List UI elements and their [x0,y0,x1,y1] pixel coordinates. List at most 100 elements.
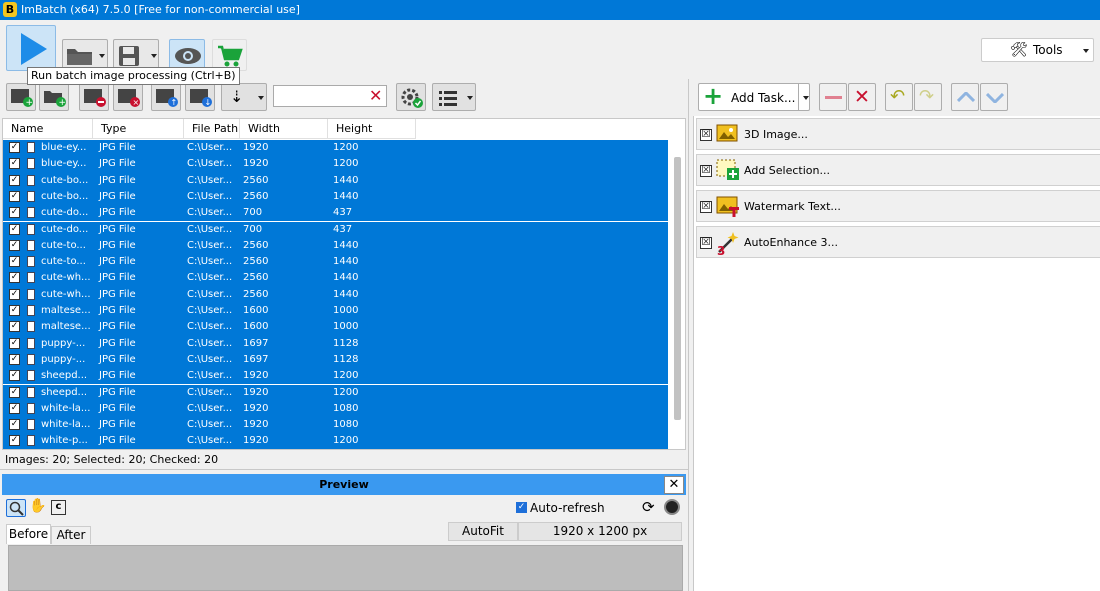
add-task-label: Add Task... [731,91,796,105]
clear-tasks-button[interactable]: ✕ [848,83,876,111]
row-checkbox[interactable]: ✓ [9,174,20,186]
remove-task-button[interactable] [819,83,847,111]
table-row[interactable]: ✓ white-la... JPG File C:\User... 1920 1080 [3,400,668,418]
table-row[interactable]: ✓ cute-do... JPG File C:\User... 700 437 [3,221,668,238]
row-checkbox[interactable]: ✓ [9,288,20,300]
row-checkbox[interactable]: ✓ [9,223,20,235]
table-row[interactable]: ✓ blue-ey... JPG File C:\User... 1920 1200 [3,156,668,173]
scrollbar-thumb[interactable] [674,157,681,420]
chevron-up-icon [957,92,975,102]
table-row[interactable]: ✓ cute-to... JPG File C:\User... 2560 1440 [3,254,668,271]
row-checkbox[interactable]: ✓ [9,353,20,365]
cell-name: white-la... [41,402,91,414]
column-header-path[interactable]: File Path [184,119,240,139]
view-mode-button[interactable] [432,83,476,111]
column-header-type[interactable]: Type [93,119,184,139]
row-checkbox[interactable]: ✓ [9,207,20,219]
filter-search-box[interactable]: ✕ [273,85,387,107]
table-row[interactable]: ✓ blue-ey... JPG File C:\User... 1920 1200 [3,140,668,157]
filter-input[interactable] [276,87,368,107]
column-header-height[interactable]: Height [328,119,416,139]
preview-canvas[interactable] [8,545,683,591]
table-row[interactable]: ✓ cute-do... JPG File C:\User... 700 437 [3,205,668,222]
row-checkbox[interactable]: ✓ [9,190,20,202]
row-checkbox[interactable]: ✓ [9,402,20,414]
row-checkbox[interactable]: ✓ [9,337,20,349]
task-enable-checkbox[interactable]: ☒ [700,129,712,141]
zoom-tool-button[interactable] [6,499,26,517]
task-item[interactable]: ☒ Add Selection... [696,154,1100,186]
row-checkbox[interactable]: ✓ [9,435,20,447]
cell-width: 700 [243,207,263,219]
row-checkbox[interactable]: ✓ [9,256,20,268]
table-row[interactable]: ✓ cute-bo... JPG File C:\User... 2560 1440 [3,188,668,206]
chevron-down-icon [151,54,157,58]
add-image-button[interactable]: + [6,83,36,111]
shopping-cart-icon [218,45,243,67]
row-checkbox[interactable]: ✓ [9,158,20,170]
row-checkbox[interactable]: ✓ [9,305,20,316]
column-header-name[interactable]: Name [3,119,93,139]
column-header-width[interactable]: Width [240,119,328,139]
sort-button[interactable]: ⇣ [221,83,267,111]
tab-before[interactable]: Before [6,524,51,544]
autofit-button[interactable]: AutoFit [448,522,518,541]
close-preview-icon[interactable]: ✕ [664,476,684,494]
undo-button[interactable]: ↶ [885,83,913,111]
task-up-button[interactable] [951,83,979,111]
file-icon [27,435,35,447]
task-item[interactable]: ☒ 3 AutoEnhance 3... [696,226,1100,258]
auto-refresh-checkbox[interactable]: ✓ [516,502,527,513]
move-down-button[interactable]: ↓ [185,83,215,111]
tab-after[interactable]: After [51,526,91,544]
row-checkbox[interactable]: ✓ [9,419,20,431]
run-batch-button[interactable] [6,25,56,71]
table-row[interactable]: ✓ sheepd... JPG File C:\User... 1920 1200 [3,384,668,401]
cell-path: C:\User... [187,419,233,431]
cell-height: 1440 [333,272,359,284]
refresh-icon[interactable]: ⟳ [642,498,655,516]
task-enable-checkbox[interactable]: ☒ [700,165,712,177]
clear-filter-icon[interactable]: ✕ [369,86,382,106]
table-row[interactable]: ✓ puppy-... JPG File C:\User... 1697 1128 [3,335,668,352]
row-checkbox[interactable]: ✓ [9,239,20,251]
table-row[interactable]: ✓ cute-to... JPG File C:\User... 2560 1440 [3,237,668,255]
row-checkbox[interactable]: ✓ [9,272,20,284]
task-enable-checkbox[interactable]: ☒ [700,201,712,213]
preview-splitter[interactable] [0,469,688,470]
task-down-button[interactable] [980,83,1008,111]
remove-all-button[interactable]: × [113,83,143,111]
row-checkbox[interactable]: ✓ [9,142,20,153]
table-row[interactable]: ✓ white-la... JPG File C:\User... 1920 1080 [3,417,668,434]
table-row[interactable]: ✓ maltese... JPG File C:\User... 1600 1000 [3,303,668,320]
task-item[interactable]: ☒ 3D Image... [696,118,1100,150]
cell-name: sheepd... [41,370,88,382]
cell-path: C:\User... [187,174,233,186]
check-settings-button[interactable] [396,83,426,111]
panel-splitter[interactable] [688,79,689,591]
table-row[interactable]: ✓ cute-wh... JPG File C:\User... 2560 1440 [3,286,668,303]
svg-text:3: 3 [717,244,725,256]
rotate-icon[interactable]: c [51,500,66,515]
tools-menu-button[interactable]: 🛠 Tools [981,38,1094,62]
redo-button[interactable]: ↷ [914,83,942,111]
task-enable-checkbox[interactable]: ☒ [700,237,712,249]
task-item[interactable]: ☒ Watermark Text... [696,190,1100,222]
add-image-icon: + [11,89,33,108]
table-row[interactable]: ✓ puppy-... JPG File C:\User... 1697 1128 [3,351,668,369]
row-checkbox[interactable]: ✓ [9,321,20,333]
pan-hand-icon[interactable]: ✋ [29,498,46,514]
table-row[interactable]: ✓ maltese... JPG File C:\User... 1600 1000 [3,319,668,336]
row-checkbox[interactable]: ✓ [9,386,20,398]
table-row[interactable]: ✓ white-p... JPG File C:\User... 1920 1200 [3,433,668,449]
move-up-button[interactable]: ↑ [151,83,181,111]
remove-image-button[interactable] [79,83,109,111]
table-row[interactable]: ✓ sheepd... JPG File C:\User... 1920 1200 [3,368,668,385]
add-task-button[interactable]: + Add Task... [698,82,810,111]
cell-path: C:\User... [187,288,233,300]
table-row[interactable]: ✓ cute-wh... JPG File C:\User... 2560 1440 [3,270,668,287]
add-folder-button[interactable]: + [39,83,69,111]
table-row[interactable]: ✓ cute-bo... JPG File C:\User... 2560 1440 [3,172,668,189]
background-color-icon[interactable] [664,499,680,515]
row-checkbox[interactable]: ✓ [9,370,20,382]
